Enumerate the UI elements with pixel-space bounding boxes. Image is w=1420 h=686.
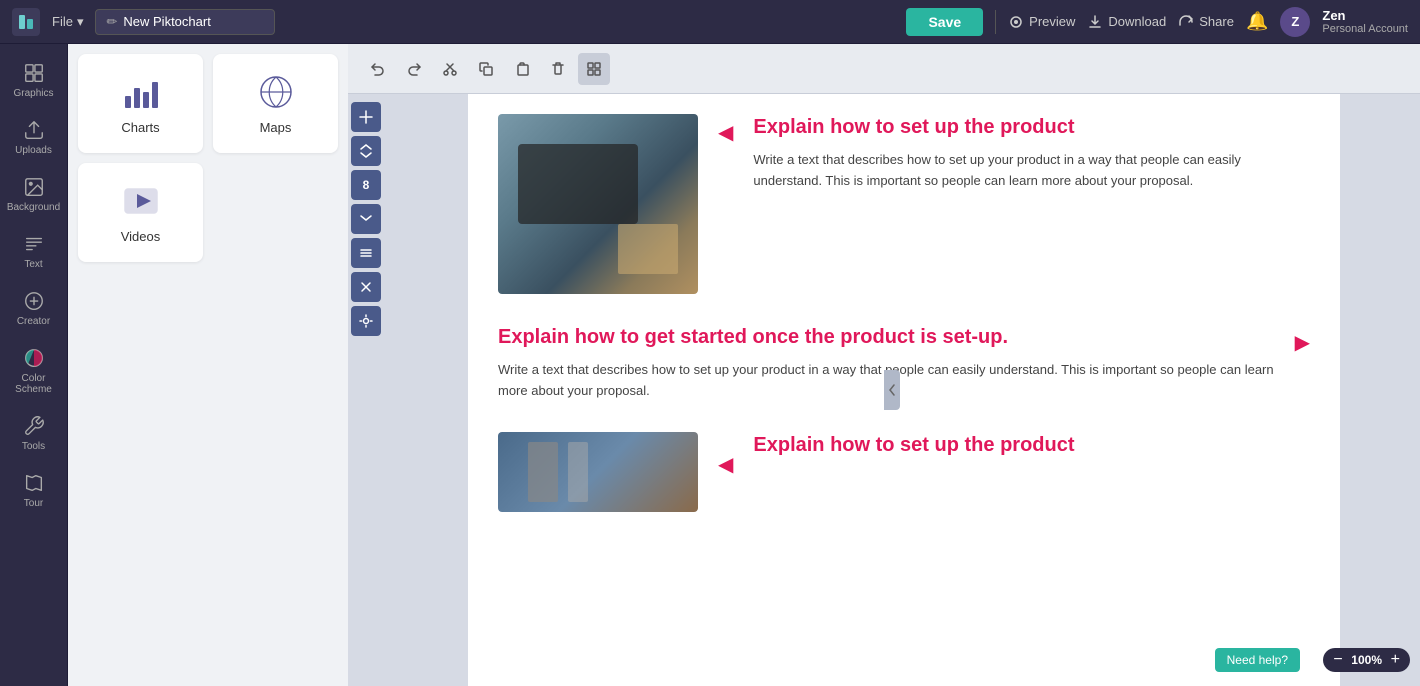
page-canvas: ◀ Explain how to set up the product Writ…	[468, 94, 1340, 686]
section-1-heading: Explain how to set up the product	[753, 114, 1310, 140]
panel-card-videos-label: Videos	[121, 229, 161, 244]
sidebar-item-creator-label: Creator	[17, 316, 50, 327]
sidebar-item-tour-label: Tour	[24, 498, 43, 509]
sidebar-item-uploads-label: Uploads	[15, 145, 52, 156]
section-3-content: Explain how to set up the product	[753, 432, 1310, 468]
panel-card-maps[interactable]: Maps	[213, 54, 338, 153]
section-3-heading: Explain how to set up the product	[753, 432, 1310, 458]
close-strip-button[interactable]	[351, 272, 381, 302]
divider-1	[995, 10, 996, 34]
content-section-1: ◀ Explain how to set up the product Writ…	[468, 94, 1340, 314]
sidebar-item-graphics[interactable]: Graphics	[4, 54, 64, 107]
zoom-control: − 100% +	[1323, 648, 1410, 672]
title-edit-icon: ✏	[106, 14, 117, 30]
sidebar-item-text-label: Text	[24, 259, 42, 270]
sidebar-item-tour[interactable]: Tour	[4, 464, 64, 517]
add-page-button[interactable]	[351, 102, 381, 132]
cut-button[interactable]	[434, 53, 466, 85]
section-1-body: Write a text that describes how to set u…	[753, 150, 1310, 192]
share-label: Share	[1199, 14, 1234, 29]
panel-grid: Charts Maps Videos	[78, 54, 338, 262]
panel-card-charts-label: Charts	[121, 120, 159, 135]
section-3-image	[498, 432, 698, 512]
panel-card-maps-label: Maps	[260, 120, 292, 135]
sidebar-item-color-scheme[interactable]: Color Scheme	[4, 339, 64, 403]
list-button[interactable]	[351, 238, 381, 268]
sidebar-item-background[interactable]: Background	[4, 168, 64, 221]
sidebar-item-background-label: Background	[7, 202, 60, 213]
preview-label: Preview	[1029, 14, 1075, 29]
sidebar-item-color-scheme-label: Color Scheme	[8, 373, 60, 395]
download-button[interactable]: Download	[1087, 14, 1166, 30]
page-counter: 8	[351, 170, 381, 200]
preview-button[interactable]: Preview	[1008, 14, 1075, 30]
sidebar: Graphics Uploads Background Text	[0, 44, 68, 686]
delete-button[interactable]	[542, 53, 574, 85]
share-button[interactable]: Share	[1178, 14, 1234, 30]
user-account: Personal Account	[1322, 23, 1408, 35]
topbar: File ▾ ✏ New Piktochart Save Preview Dow…	[0, 0, 1420, 44]
save-button[interactable]: Save	[906, 8, 983, 36]
user-info: Zen Personal Account	[1322, 8, 1408, 35]
section-1-arrow-left: ◀	[718, 120, 733, 145]
sidebar-item-tools-label: Tools	[22, 441, 45, 452]
panel-card-charts[interactable]: Charts	[78, 54, 203, 153]
content-section-2: Explain how to get started once the prod…	[468, 314, 1340, 422]
collapse-button[interactable]	[351, 204, 381, 234]
section-2-arrow-right: ▶	[1295, 330, 1310, 355]
vertical-strip: 8	[348, 94, 384, 686]
canvas-content: 8	[348, 94, 1420, 686]
download-label: Download	[1108, 14, 1166, 29]
right-margin	[1340, 94, 1420, 686]
canvas-toolbar	[348, 44, 1420, 94]
zoom-out-button[interactable]: −	[1333, 652, 1342, 668]
sidebar-item-text[interactable]: Text	[4, 225, 64, 278]
document-title[interactable]: ✏ New Piktochart	[95, 9, 275, 35]
redo-button[interactable]	[398, 53, 430, 85]
paste-button[interactable]	[506, 53, 538, 85]
file-label: File	[52, 14, 73, 29]
avatar[interactable]: Z	[1280, 7, 1310, 37]
sidebar-item-graphics-label: Graphics	[13, 88, 53, 99]
zoom-in-button[interactable]: +	[1391, 652, 1400, 668]
copy-button[interactable]	[470, 53, 502, 85]
settings-strip-button[interactable]	[351, 306, 381, 336]
title-value: New Piktochart	[123, 14, 210, 29]
panel-card-videos[interactable]: Videos	[78, 163, 203, 262]
file-menu[interactable]: File ▾	[52, 14, 83, 30]
panel: Charts Maps Videos	[68, 44, 348, 686]
zoom-level: 100%	[1349, 653, 1385, 667]
user-name: Zen	[1322, 8, 1408, 23]
canvas-area: 8	[348, 44, 1420, 686]
file-chevron: ▾	[77, 14, 84, 30]
section-1-image	[498, 114, 698, 294]
need-help-button[interactable]: Need help?	[1215, 648, 1300, 672]
collapse-panel-handle[interactable]	[884, 370, 900, 410]
section-1-content: Explain how to set up the product Write …	[753, 114, 1310, 192]
logo	[12, 8, 40, 36]
sidebar-item-tools[interactable]: Tools	[4, 407, 64, 460]
sidebar-item-creator[interactable]: Creator	[4, 282, 64, 335]
section-3-arrow-left: ◀	[718, 452, 733, 477]
main-layout: Graphics Uploads Background Text	[0, 44, 1420, 686]
grid-button[interactable]	[578, 53, 610, 85]
content-section-3: ◀ Explain how to set up the product	[468, 422, 1340, 532]
notifications-bell[interactable]: 🔔	[1246, 11, 1268, 32]
section-2-heading: Explain how to get started once the prod…	[498, 324, 1275, 350]
expand-button[interactable]	[351, 136, 381, 166]
undo-button[interactable]	[362, 53, 394, 85]
sidebar-item-uploads[interactable]: Uploads	[4, 111, 64, 164]
